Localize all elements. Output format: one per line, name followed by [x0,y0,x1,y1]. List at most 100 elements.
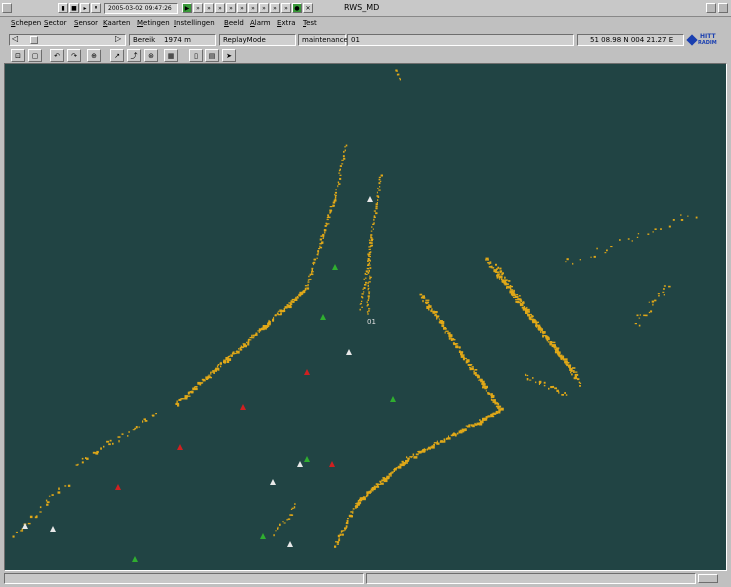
radar-echo [558,355,561,357]
menu-sector[interactable]: Sector [44,19,67,27]
radar-echo [535,381,537,384]
speed-6-icon[interactable]: » [248,3,258,13]
radar-echo [397,465,402,469]
radar-echo [485,390,487,392]
radar-echo [228,355,230,358]
radar-echo [478,422,483,426]
radar-echo [312,262,314,264]
radar-echo [334,194,337,197]
measure-icon[interactable]: ↗ [110,49,124,62]
radar-echo [339,165,342,167]
grid-icon[interactable]: ▯ [189,49,203,62]
radar-echo [29,515,33,519]
radar-echo [526,310,530,313]
undo-icon[interactable]: ↶ [50,49,64,62]
target-icon[interactable]: ⊛ [144,49,158,62]
radar-echo [648,301,650,303]
radar-echo [373,216,376,218]
radar-canvas[interactable]: 01 [5,64,727,571]
radar-echo [431,311,435,313]
minimize-icon[interactable] [706,3,716,13]
radar-echo [552,385,555,388]
radar-echo [292,300,295,303]
menu-kaarten[interactable]: Kaarten [103,19,130,27]
radar-view[interactable]: 01 [4,63,727,571]
user-field: maintenance [298,34,348,46]
radar-echo [680,219,684,221]
speed-1-icon[interactable]: » [193,3,203,13]
radar-echo [369,267,372,269]
zoom-in-icon[interactable]: ⊡ [11,49,25,62]
radar-echo [336,541,340,544]
maximize-icon[interactable] [718,3,728,13]
pointer-icon[interactable]: ➤ [222,49,236,62]
speed-7-icon[interactable]: » [259,3,269,13]
speed-2-icon[interactable]: » [204,3,214,13]
record-icon[interactable]: ■ [69,3,79,13]
radar-echo [364,284,367,286]
slider-handle[interactable] [30,36,38,44]
radar-echo [658,294,660,297]
radar-echo [511,289,514,291]
speed-8-icon[interactable]: » [270,3,280,13]
stop-icon[interactable]: ▮ [58,3,68,13]
menu-schepen[interactable]: Schepen [11,19,41,27]
speed-4-icon[interactable]: » [226,3,236,13]
radar-echo [437,315,439,319]
play-icon[interactable]: ▶ [182,3,192,13]
keyboard-indicator-icon[interactable] [698,574,718,583]
speed-9-icon[interactable]: » [281,3,291,13]
window-menu-icon[interactable] [2,3,12,13]
radar-echo [543,335,546,337]
radar-echo [304,287,306,290]
radar-echo [370,235,372,238]
vessel-target [304,369,310,375]
radar-echo [504,276,506,279]
center-icon[interactable]: ⊕ [87,49,101,62]
menu-metingen[interactable]: Metingen [137,19,170,27]
radar-echo [562,355,565,358]
radar-echo [556,389,559,392]
redo-icon[interactable]: ↷ [67,49,81,62]
radar-echo [468,424,472,426]
menu-beeld[interactable]: Beeld [224,19,244,27]
radar-echo [366,495,368,498]
history-icon[interactable]: ▦ [164,49,178,62]
radar-echo [363,287,366,289]
speed-5-icon[interactable]: » [237,3,247,13]
radar-echo [368,239,371,241]
vessel-target [270,479,276,485]
radar-echo [539,381,541,384]
close-replay-icon[interactable]: ✕ [303,3,313,13]
radar-echo [527,308,530,311]
radar-echo [109,439,112,442]
radar-echo [499,270,503,273]
radar-echo [215,367,219,370]
radar-echo [355,503,359,505]
pause-icon[interactable]: ⏸ [91,3,101,13]
menu-extra[interactable]: Extra [277,19,296,27]
radar-echo [376,202,378,204]
slider-right-arrow-icon[interactable]: ▷ [115,34,121,43]
route-icon[interactable]: ⤴ [127,49,141,62]
menu-instellingen[interactable]: Instellingen [174,19,215,27]
menu-sensor[interactable]: Sensor [74,19,98,27]
coordinates-field: 51 08.98 N 004 21.27 E [577,34,684,46]
zoom-out-icon[interactable]: ▢ [28,49,42,62]
slider-left-arrow-icon[interactable]: ◁ [12,34,18,43]
live-icon[interactable]: ● [292,3,302,13]
keyboard-icon[interactable]: ▤ [205,49,219,62]
status-info [366,573,696,584]
radar-echo [206,377,209,380]
radar-echo [535,321,537,324]
range-slider[interactable]: ◁ ▷ [9,34,126,46]
radar-echo [565,361,567,363]
radar-echo [274,315,277,317]
menu-test[interactable]: Test [303,19,317,27]
step-icon[interactable]: ▸ [80,3,90,13]
radar-echo [379,480,382,483]
window-title: RWS_MD [344,3,380,12]
vessel-target [332,264,338,270]
speed-3-icon[interactable]: » [215,3,225,13]
menu-alarm[interactable]: Alarm [250,19,271,27]
